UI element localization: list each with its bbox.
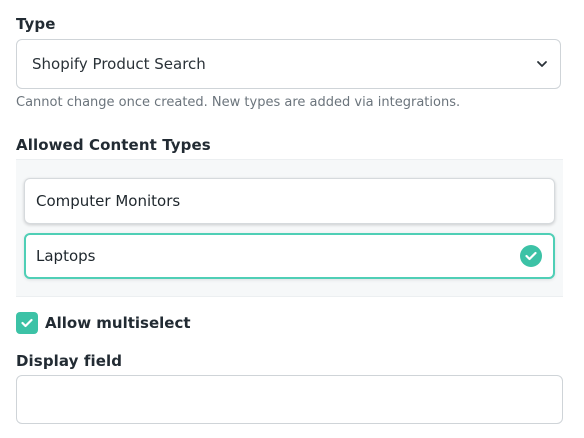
content-type-option-laptops[interactable]: Laptops bbox=[24, 233, 555, 279]
type-label: Type bbox=[16, 15, 56, 33]
chevron-down-icon bbox=[537, 61, 547, 67]
allowed-content-types-label: Allowed Content Types bbox=[16, 136, 211, 154]
allow-multiselect-label: Allow multiselect bbox=[45, 314, 191, 332]
allow-multiselect-checkbox[interactable] bbox=[16, 312, 38, 334]
checkmark-icon bbox=[21, 318, 33, 328]
type-select-value: Shopify Product Search bbox=[32, 55, 206, 73]
content-type-option-computer-monitors[interactable]: Computer Monitors bbox=[24, 178, 555, 224]
display-field-input[interactable] bbox=[16, 375, 563, 424]
check-circle-icon bbox=[520, 245, 542, 267]
content-type-option-label: Computer Monitors bbox=[36, 192, 181, 210]
display-field-label: Display field bbox=[16, 352, 123, 370]
content-type-option-label: Laptops bbox=[36, 247, 96, 265]
type-help-text: Cannot change once created. New types ar… bbox=[16, 95, 461, 110]
type-select[interactable]: Shopify Product Search bbox=[16, 39, 561, 89]
allowed-content-types-list: Computer Monitors Laptops bbox=[16, 159, 563, 297]
